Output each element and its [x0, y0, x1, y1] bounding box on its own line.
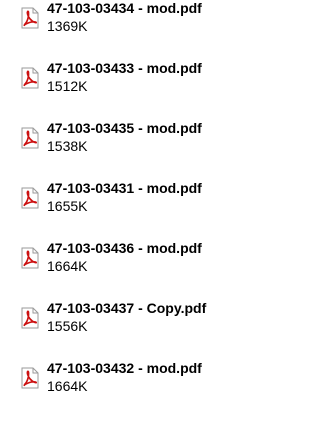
file-item[interactable]: 47-103-03431 - mod.pdf 1655K: [20, 180, 280, 226]
file-size: 1538K: [47, 138, 88, 154]
file-size: 1556K: [47, 318, 88, 334]
file-name: 47-103-03431 - mod.pdf: [47, 180, 202, 196]
file-size: 1512K: [47, 78, 88, 94]
file-item[interactable]: 47-103-03433 - mod.pdf 1512K: [20, 60, 280, 106]
file-item[interactable]: 47-103-03432 - mod.pdf 1664K: [20, 360, 280, 406]
file-name: 47-103-03433 - mod.pdf: [47, 60, 202, 76]
file-item[interactable]: 47-103-03435 - mod.pdf 1538K: [20, 120, 280, 166]
pdf-icon: [20, 187, 40, 209]
file-size: 1655K: [47, 198, 88, 214]
pdf-icon: [20, 367, 40, 389]
file-size: 1369K: [47, 18, 88, 34]
file-item[interactable]: 47-103-03436 - mod.pdf 1664K: [20, 240, 280, 286]
file-size: 1664K: [47, 378, 88, 394]
pdf-icon: [20, 247, 40, 269]
file-name: 47-103-03434 - mod.pdf: [47, 0, 202, 16]
file-item[interactable]: 47-103-03437 - Copy.pdf 1556K: [20, 300, 280, 346]
pdf-icon: [20, 7, 40, 29]
file-size: 1664K: [47, 258, 88, 274]
file-list: 47-103-03434 - mod.pdf 1369K 47-103-0343…: [0, 0, 280, 432]
file-name: 47-103-03435 - mod.pdf: [47, 120, 202, 136]
file-item[interactable]: 47-103-03434 - mod.pdf 1369K: [20, 0, 280, 46]
file-name: 47-103-03432 - mod.pdf: [47, 360, 202, 376]
file-name: 47-103-03436 - mod.pdf: [47, 240, 202, 256]
pdf-icon: [20, 307, 40, 329]
pdf-icon: [20, 67, 40, 89]
pdf-icon: [20, 127, 40, 149]
file-name: 47-103-03437 - Copy.pdf: [47, 300, 207, 316]
